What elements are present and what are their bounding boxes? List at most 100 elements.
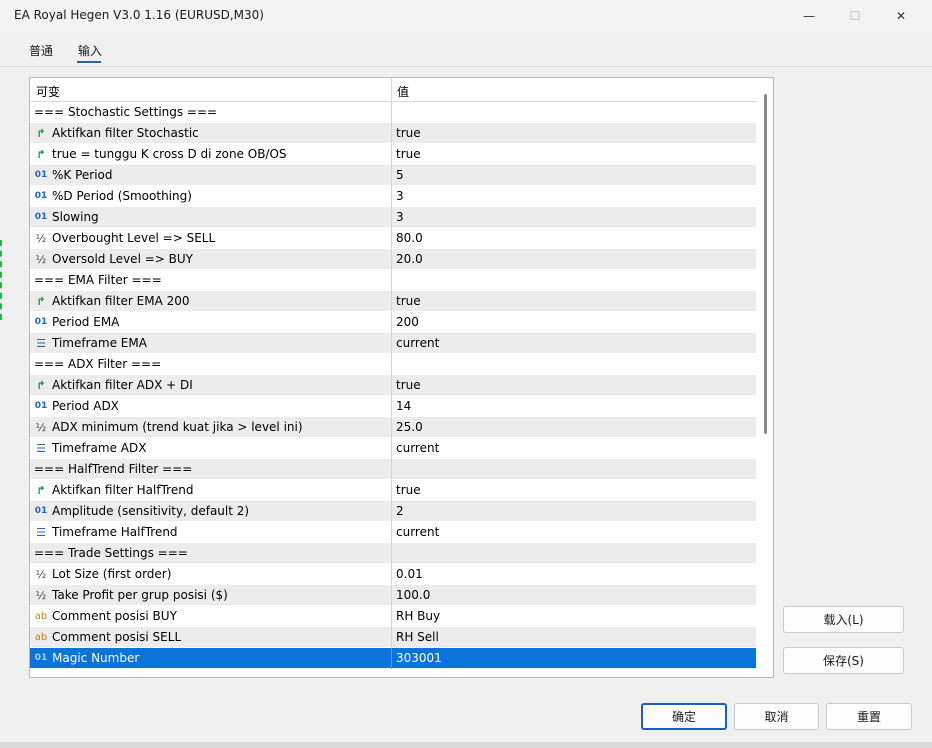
grid-row[interactable]: === ADX Filter === — [30, 354, 756, 375]
parameter-name-cell[interactable]: 01 Magic Number — [34, 651, 386, 665]
parameter-name-cell[interactable]: ☰ Timeframe ADX — [34, 441, 386, 455]
parameter-value[interactable]: RH Buy — [396, 609, 746, 623]
parameter-name-cell[interactable]: ½ ADX minimum (trend kuat jika > level in… — [34, 420, 386, 434]
inputs-grid[interactable]: 可变 值 === Stochastic Settings === ↱ Aktifka… — [29, 77, 774, 678]
parameter-value[interactable]: 20.0 — [396, 252, 746, 266]
parameter-name-cell[interactable]: ↱ Aktifkan filter Stochastic — [34, 126, 386, 140]
parameter-value[interactable]: true — [396, 126, 746, 140]
parameter-name-cell[interactable]: ½ Oversold Level => BUY — [34, 252, 386, 266]
parameter-name-cell[interactable]: 01 %D Period (Smoothing) — [34, 189, 386, 203]
parameter-value[interactable]: current — [396, 525, 746, 539]
grid-row[interactable]: ½ Take Profit per grup posisi ($) 100.0 — [30, 585, 756, 606]
parameter-name-cell[interactable]: ↱ Aktifkan filter ADX + DI — [34, 378, 386, 392]
parameter-name-cell[interactable]: ab Comment posisi SELL — [34, 630, 386, 644]
grid-row[interactable]: ½ ADX minimum (trend kuat jika > level in… — [30, 417, 756, 438]
parameter-name-cell[interactable]: 01 Period EMA — [34, 315, 386, 329]
parameter-value[interactable]: true — [396, 483, 746, 497]
parameter-value[interactable]: 25.0 — [396, 420, 746, 434]
parameter-name-cell[interactable]: ab Comment posisi BUY — [34, 609, 386, 623]
parameter-name-cell[interactable]: ↱ Aktifkan filter EMA 200 — [34, 294, 386, 308]
save-button[interactable]: 保存(S) — [783, 647, 904, 674]
parameter-name-cell[interactable]: ½ Take Profit per grup posisi ($) — [34, 588, 386, 602]
grid-row[interactable]: ↱ true = tunggu K cross D di zone OB/OS tr… — [30, 144, 756, 165]
column-divider[interactable] — [391, 78, 392, 102]
tab-general[interactable]: 普通 — [29, 42, 53, 59]
column-header-value[interactable]: 值 — [397, 83, 409, 100]
parameter-name: === Stochastic Settings === — [34, 105, 218, 119]
reset-button[interactable]: 重置 — [826, 703, 912, 730]
grid-row[interactable]: ab Comment posisi SELL RH Sell — [30, 627, 756, 648]
parameter-name-cell[interactable]: ☰ Timeframe HalfTrend — [34, 525, 386, 539]
parameter-value[interactable]: true — [396, 378, 746, 392]
grid-row[interactable]: ↱ Aktifkan filter Stochastic true — [30, 123, 756, 144]
integer-icon: 01 — [34, 170, 48, 180]
parameter-value[interactable]: current — [396, 336, 746, 350]
parameter-name-cell[interactable]: 01 %K Period — [34, 168, 386, 182]
grid-row[interactable]: === Trade Settings === — [30, 543, 756, 564]
grid-row[interactable]: ↱ Aktifkan filter EMA 200 true — [30, 291, 756, 312]
grid-row[interactable]: ☰ Timeframe ADX current — [30, 438, 756, 459]
parameter-value[interactable]: true — [396, 147, 746, 161]
parameter-name-cell[interactable]: 01 Period ADX — [34, 399, 386, 413]
grid-row[interactable]: === EMA Filter === — [30, 270, 756, 291]
grid-row[interactable]: ↱ Aktifkan filter ADX + DI true — [30, 375, 756, 396]
cancel-button[interactable]: 取消 — [734, 703, 819, 730]
close-button[interactable]: ✕ — [878, 0, 924, 32]
grid-row[interactable]: 01 %K Period 5 — [30, 165, 756, 186]
parameter-value[interactable]: 100.0 — [396, 588, 746, 602]
parameter-value[interactable]: 200 — [396, 315, 746, 329]
parameter-value[interactable]: 5 — [396, 168, 746, 182]
cell-divider — [391, 564, 392, 585]
parameter-name-cell[interactable]: 01 Slowing — [34, 210, 386, 224]
grid-row[interactable]: 01 %D Period (Smoothing) 3 — [30, 186, 756, 207]
parameter-name-cell[interactable]: ☰ Timeframe EMA — [34, 336, 386, 350]
parameter-value[interactable]: 3 — [396, 189, 746, 203]
parameter-value[interactable]: 14 — [396, 399, 746, 413]
parameter-name: Lot Size (first order) — [52, 567, 172, 581]
parameter-name-cell[interactable]: === HalfTrend Filter === — [34, 462, 386, 476]
parameter-value[interactable]: RH Sell — [396, 630, 746, 644]
grid-row[interactable]: 01 Magic Number 303001 — [30, 648, 756, 669]
grid-row[interactable]: 01 Period EMA 200 — [30, 312, 756, 333]
grid-row[interactable]: ab Comment posisi BUY RH Buy — [30, 606, 756, 627]
parameter-name-cell[interactable]: === Stochastic Settings === — [34, 105, 386, 119]
maximize-button[interactable]: ☐ — [832, 0, 878, 32]
parameter-value[interactable]: current — [396, 441, 746, 455]
parameter-name-cell[interactable]: ½ Lot Size (first order) — [34, 567, 386, 581]
parameter-name-cell[interactable]: ↱ Aktifkan filter HalfTrend — [34, 483, 386, 497]
grid-row[interactable]: === Stochastic Settings === — [30, 102, 756, 123]
parameter-name-cell[interactable]: 01 Amplitude (sensitivity, default 2) — [34, 504, 386, 518]
grid-row[interactable]: 01 Slowing 3 — [30, 207, 756, 228]
parameter-value[interactable]: true — [396, 294, 746, 308]
tab-inputs[interactable]: 输入 — [78, 42, 102, 59]
grid-row[interactable]: ½ Overbought Level => SELL 80.0 — [30, 228, 756, 249]
grid-row[interactable]: ☰ Timeframe HalfTrend current — [30, 522, 756, 543]
parameter-value[interactable]: 80.0 — [396, 231, 746, 245]
parameter-name-cell[interactable]: === Trade Settings === — [34, 546, 386, 560]
grid-row[interactable]: ½ Lot Size (first order) 0.01 — [30, 564, 756, 585]
parameter-value[interactable]: 303001 — [396, 651, 746, 665]
ok-button[interactable]: 确定 — [641, 703, 727, 730]
parameter-name-cell[interactable]: ↱ true = tunggu K cross D di zone OB/OS — [34, 147, 386, 161]
cell-divider — [391, 459, 392, 480]
grid-row[interactable]: ½ Oversold Level => BUY 20.0 — [30, 249, 756, 270]
grid-row[interactable]: 01 Period ADX 14 — [30, 396, 756, 417]
double-icon: ½ — [35, 231, 47, 245]
parameter-name-cell[interactable]: ½ Overbought Level => SELL — [34, 231, 386, 245]
grid-row[interactable]: 01 Amplitude (sensitivity, default 2) 2 — [30, 501, 756, 522]
cell-divider — [391, 207, 392, 228]
parameter-value[interactable]: 3 — [396, 210, 746, 224]
parameter-name-cell[interactable]: === EMA Filter === — [34, 273, 386, 287]
load-button[interactable]: 载入(L) — [783, 606, 904, 633]
parameter-value[interactable]: 2 — [396, 504, 746, 518]
grid-row[interactable]: ☰ Timeframe EMA current — [30, 333, 756, 354]
vertical-scrollbar[interactable] — [757, 78, 773, 677]
parameter-name-cell[interactable]: === ADX Filter === — [34, 357, 386, 371]
grid-row[interactable]: === HalfTrend Filter === — [30, 459, 756, 480]
grid-row[interactable]: ↱ Aktifkan filter HalfTrend true — [30, 480, 756, 501]
minimize-button[interactable]: — — [786, 0, 832, 32]
parameter-name: Aktifkan filter Stochastic — [52, 126, 199, 140]
scrollbar-thumb[interactable] — [764, 94, 767, 434]
parameter-value[interactable]: 0.01 — [396, 567, 746, 581]
column-header-variable[interactable]: 可变 — [36, 83, 60, 100]
